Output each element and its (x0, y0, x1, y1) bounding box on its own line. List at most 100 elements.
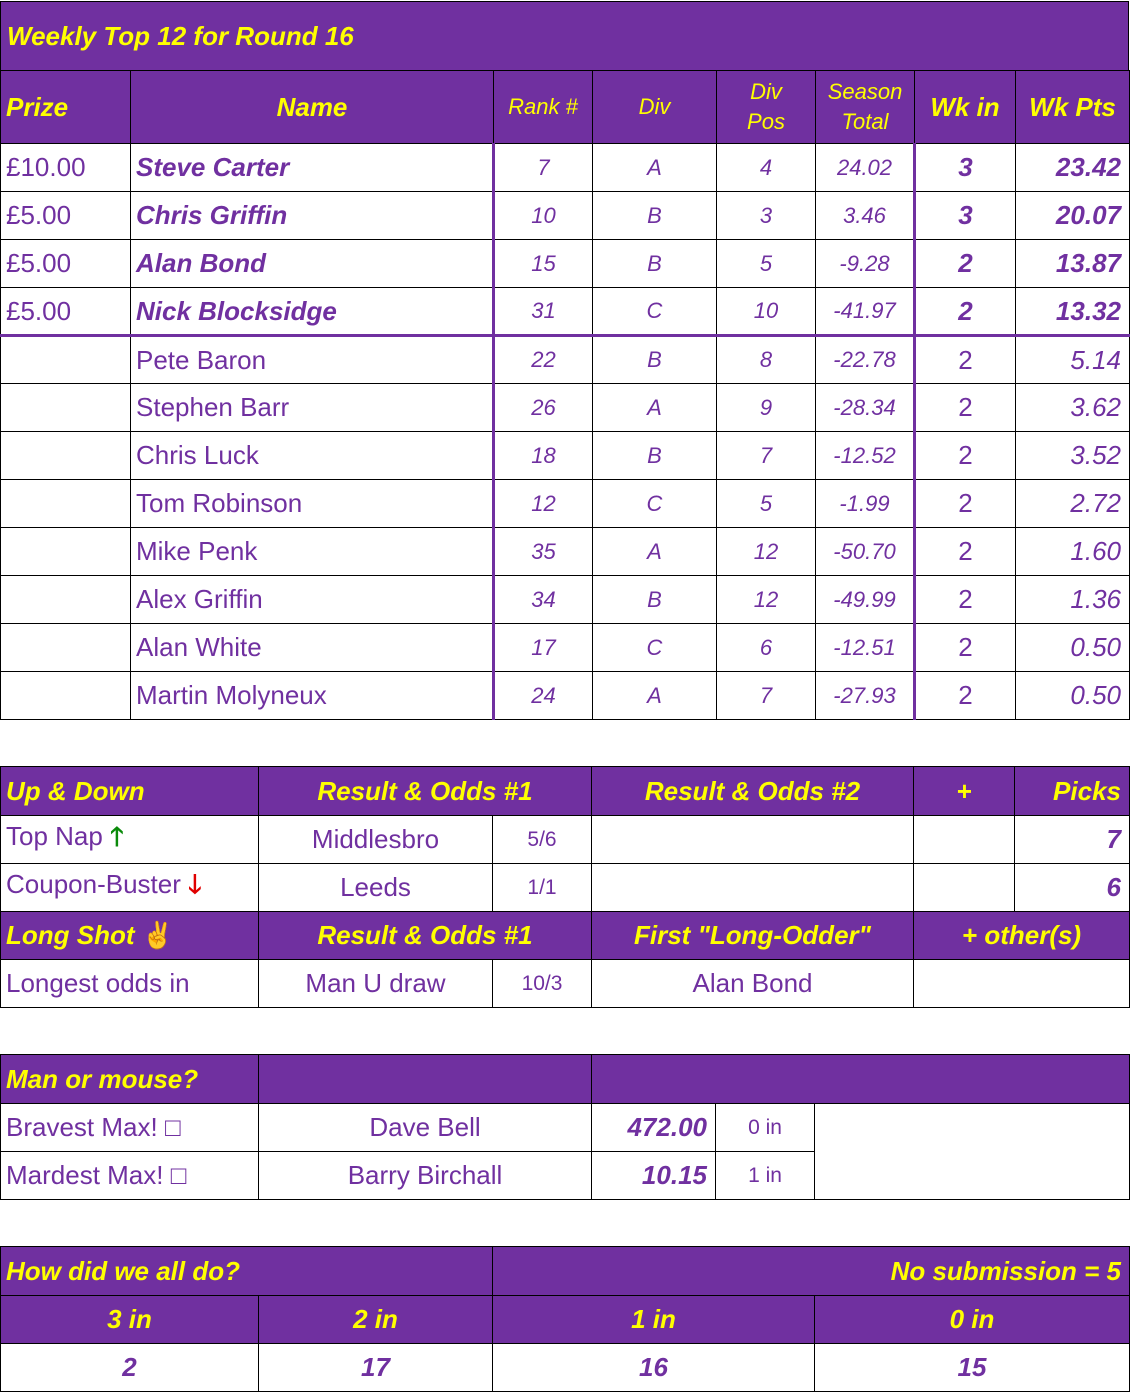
man-mouse-title: Man or mouse? (0, 1054, 259, 1104)
man-mouse-header-blank2 (590, 1054, 1130, 1104)
bravest-row: Bravest Max! □ Dave Bell 472.00 0 in (0, 1103, 1130, 1200)
rank-cell: 7 (492, 143, 593, 192)
wk-in-cell: 2 (913, 431, 1016, 480)
longshot-header-label: Long Shot (6, 920, 135, 950)
updown-table: Up & Down Result & Odds #1 Result & Odds… (0, 766, 1130, 1008)
table-row: Chris Luck 18 B 7 -12.52 2 3.52 (0, 431, 1130, 480)
wk-pts-cell: 0.50 (1015, 671, 1130, 720)
wk-pts-cell: 1.36 (1015, 575, 1130, 624)
updown-header-row: Up & Down Result & Odds #1 Result & Odds… (0, 766, 1130, 816)
updown-header-r2: Result & Odds #2 (591, 766, 914, 816)
div-cell: B (592, 335, 717, 384)
table-row: Tom Robinson 12 C 5 -1.99 2 2.72 (0, 479, 1130, 528)
wk-in-cell: 2 (913, 383, 1016, 432)
longshot-label: Longest odds in (0, 959, 259, 1008)
table-row: £10.00 Steve Carter 7 A 4 24.02 3 23.42 (0, 143, 1130, 192)
div-cell: A (592, 383, 717, 432)
wk-in-cell: 2 (913, 287, 1016, 337)
wk-in-cell: 2 (913, 479, 1016, 528)
rank-cell: 12 (492, 479, 593, 528)
div-cell: B (592, 431, 717, 480)
table-row: Pete Baron 22 B 8 -22.78 2 5.14 (0, 335, 1130, 384)
wk-pts-cell: 5.14 (1015, 335, 1130, 384)
summary-values-row: 2 17 16 15 (0, 1343, 1130, 1392)
div-pos-cell: 5 (716, 239, 816, 288)
summary-no-sub: No submission = 5 (491, 1246, 1130, 1296)
summary-header-0in: 0 in (813, 1295, 1130, 1344)
summary-header-row: 3 in 2 in 1 in 0 in (0, 1295, 1130, 1344)
bravest-value: 472.00 (591, 1103, 716, 1152)
man-mouse-side-blank (813, 1103, 1130, 1200)
longshot-header-label-cell: Long Shot ✌ (0, 911, 259, 960)
wk-pts-cell: 3.62 (1015, 383, 1130, 432)
season-total-cell: -28.34 (815, 383, 915, 432)
season-header-line1: Season (827, 79, 903, 104)
summary-value-0in: 15 (813, 1343, 1130, 1392)
player-name: Stephen Barr (130, 383, 494, 432)
couponbuster-label: Coupon-Buster (6, 868, 181, 899)
wk-in-cell: 2 (913, 575, 1016, 624)
wk-pts-cell: 0.50 (1015, 623, 1130, 672)
div-pos-header-line2: Pos (747, 109, 785, 134)
summary-header-2in: 2 in (258, 1295, 493, 1344)
player-name: Mike Penk (130, 527, 494, 576)
couponbuster-picks: 6 (1014, 863, 1130, 912)
table-row: Alan White 17 C 6 -12.51 2 0.50 (0, 623, 1130, 672)
rank-cell: 10 (492, 191, 593, 240)
prize-cell (0, 623, 131, 672)
div-cell: C (592, 287, 717, 337)
bravest-in: 0 in (715, 1103, 815, 1152)
season-total-cell: -12.51 (815, 623, 915, 672)
wk-pts-header: Wk Pts (1015, 70, 1130, 144)
updown-header-picks: Picks (1014, 766, 1130, 816)
player-name: Alex Griffin (130, 575, 494, 624)
season-total-cell: -1.99 (815, 479, 915, 528)
title-bar: Weekly Top 12 for Round 16 (0, 1, 1129, 71)
season-total-cell: -9.28 (815, 239, 915, 288)
prize-cell (0, 335, 131, 384)
rank-cell: 24 (492, 671, 593, 720)
longshot-first: Alan Bond (591, 959, 914, 1008)
player-name: Nick Blocksidge (130, 287, 494, 337)
div-pos-cell: 6 (716, 623, 816, 672)
prize-cell: £5.00 (0, 239, 131, 288)
rank-cell: 31 (492, 287, 593, 337)
couponbuster-row: Coupon-Buster 🡓 Leeds 1/1 6 (0, 863, 1130, 912)
fingers-crossed-icon: ✌ (141, 920, 175, 950)
player-name: Tom Robinson (130, 479, 494, 528)
div-pos-cell: 4 (716, 143, 816, 192)
rank-cell: 18 (492, 431, 593, 480)
wk-pts-cell: 13.87 (1015, 239, 1130, 288)
topnap-result: Middlesbro (258, 815, 493, 864)
longshot-result: Man U draw (258, 959, 493, 1008)
arrow-up-icon: 🡑 (110, 820, 124, 851)
season-total-cell: 3.46 (815, 191, 915, 240)
topnap-label: Top Nap (6, 820, 103, 851)
table-row: £5.00 Chris Griffin 10 B 3 3.46 3 20.07 (0, 191, 1130, 240)
div-pos-cell: 7 (716, 431, 816, 480)
topnap-label-cell: Top Nap 🡑 (0, 815, 259, 864)
season-total-cell: -22.78 (815, 335, 915, 384)
div-cell: A (592, 143, 717, 192)
man-mouse-table: Man or mouse? Bravest Max! □ Dave Bell 4… (0, 1054, 1130, 1200)
player-name: Alan Bond (130, 239, 494, 288)
wk-pts-cell: 1.60 (1015, 527, 1130, 576)
longshot-header-first: First "Long-Odder" (591, 911, 914, 960)
man-mouse-header-row: Man or mouse? (0, 1054, 1130, 1104)
div-pos-cell: 3 (716, 191, 816, 240)
prize-cell: £5.00 (0, 191, 131, 240)
div-pos-cell: 10 (716, 287, 816, 337)
season-total-cell: 24.02 (815, 143, 915, 192)
player-name: Pete Baron (130, 335, 494, 384)
name-header: Name (130, 70, 494, 144)
prize-header: Prize (0, 70, 131, 144)
man-mouse-header-blank1 (258, 1054, 592, 1104)
div-pos-header-line1: Div (750, 79, 782, 104)
div-cell: A (592, 671, 717, 720)
player-name: Alan White (130, 623, 494, 672)
table-row: £5.00 Alan Bond 15 B 5 -9.28 2 13.87 (0, 239, 1130, 288)
rank-header: Rank # (493, 70, 593, 144)
top12-table: Prize Name Rank # Div Div Pos Season Tot… (0, 70, 1130, 720)
div-pos-cell: 12 (716, 527, 816, 576)
summary-value-1in: 16 (492, 1343, 815, 1392)
